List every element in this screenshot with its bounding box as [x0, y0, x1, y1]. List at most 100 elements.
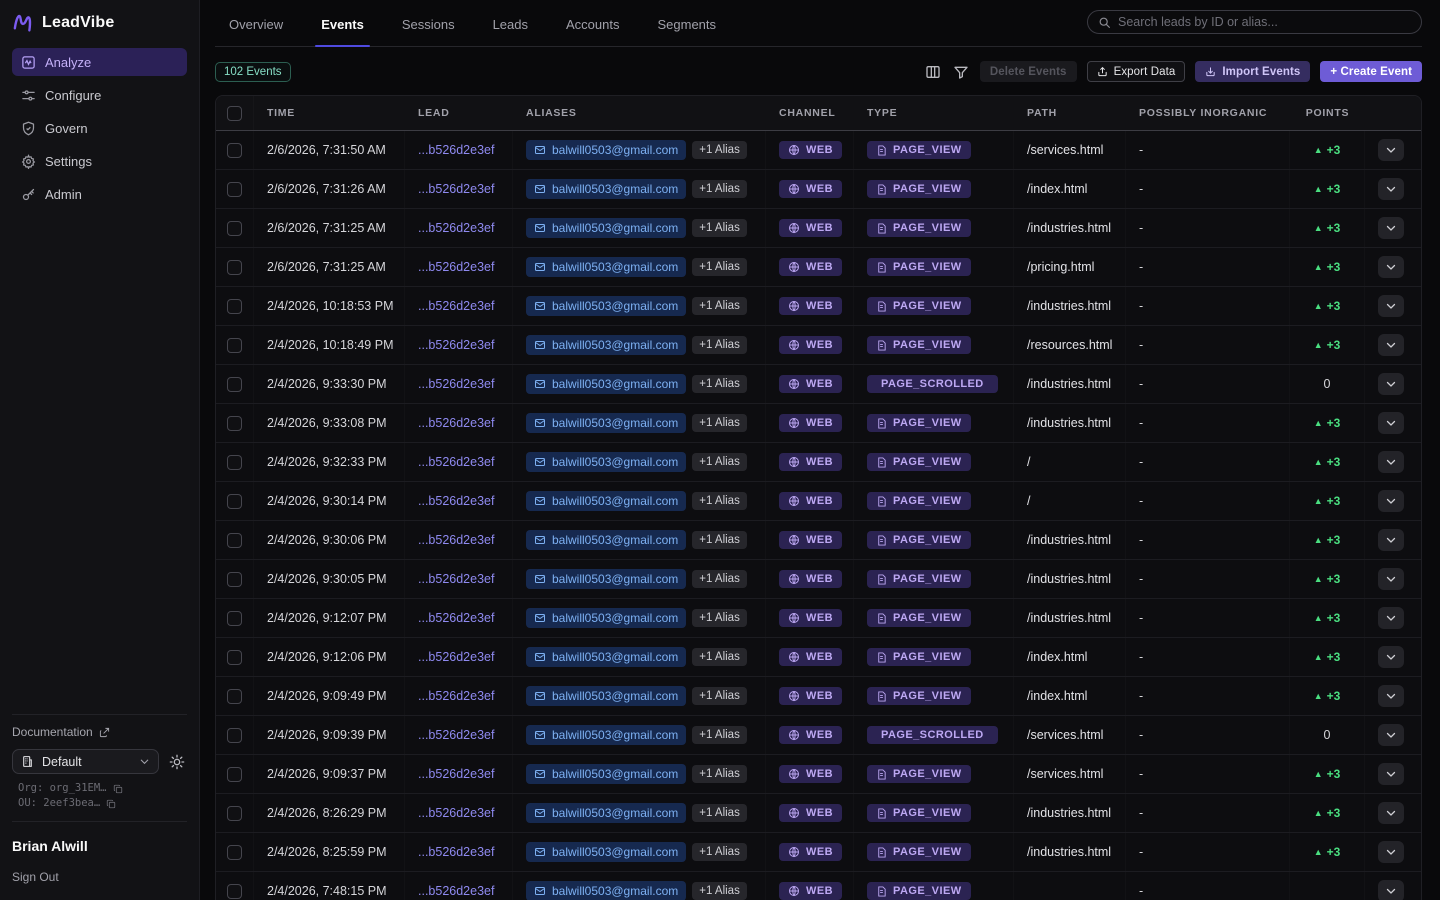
alias-email-badge[interactable]: balwill0503@gmail.com — [526, 569, 686, 589]
lead-id-link[interactable]: ...b526d2e3ef — [418, 650, 494, 664]
row-checkbox[interactable] — [227, 533, 242, 548]
sidebar-item-configure[interactable]: Configure — [12, 81, 187, 109]
row-checkbox[interactable] — [227, 572, 242, 587]
delete-events-button[interactable]: Delete Events — [980, 61, 1077, 82]
lead-id-link[interactable]: ...b526d2e3ef — [418, 455, 494, 469]
lead-id-link[interactable]: ...b526d2e3ef — [418, 416, 494, 430]
row-checkbox[interactable] — [227, 650, 242, 665]
export-data-button[interactable]: Export Data — [1087, 61, 1186, 82]
lead-id-link[interactable]: ...b526d2e3ef — [418, 533, 494, 547]
import-events-button[interactable]: Import Events — [1195, 61, 1310, 82]
row-checkbox[interactable] — [227, 299, 242, 314]
alias-email-badge[interactable]: balwill0503@gmail.com — [526, 413, 686, 433]
row-checkbox[interactable] — [227, 884, 242, 899]
alias-extra-badge[interactable]: +1 Alias — [692, 687, 747, 705]
copy-icon[interactable] — [113, 784, 123, 794]
lead-id-link[interactable]: ...b526d2e3ef — [418, 728, 494, 742]
alias-extra-badge[interactable]: +1 Alias — [692, 453, 747, 471]
alias-email-badge[interactable]: balwill0503@gmail.com — [526, 725, 686, 745]
alias-email-badge[interactable]: balwill0503@gmail.com — [526, 530, 686, 550]
lead-id-link[interactable]: ...b526d2e3ef — [418, 338, 494, 352]
columns-icon[interactable] — [924, 63, 942, 81]
lead-id-link[interactable]: ...b526d2e3ef — [418, 884, 494, 898]
lead-id-link[interactable]: ...b526d2e3ef — [418, 689, 494, 703]
alias-extra-badge[interactable]: +1 Alias — [692, 375, 747, 393]
alias-extra-badge[interactable]: +1 Alias — [692, 414, 747, 432]
sign-out-link[interactable]: Sign Out — [12, 858, 187, 890]
alias-email-badge[interactable]: balwill0503@gmail.com — [526, 686, 686, 706]
expand-row-button[interactable] — [1378, 841, 1404, 863]
lead-id-link[interactable]: ...b526d2e3ef — [418, 377, 494, 391]
lead-id-link[interactable]: ...b526d2e3ef — [418, 611, 494, 625]
expand-row-button[interactable] — [1378, 178, 1404, 200]
lead-id-link[interactable]: ...b526d2e3ef — [418, 806, 494, 820]
filter-icon[interactable] — [952, 63, 970, 81]
row-checkbox[interactable] — [227, 182, 242, 197]
copy-icon[interactable] — [106, 799, 116, 809]
alias-extra-badge[interactable]: +1 Alias — [692, 258, 747, 276]
alias-extra-badge[interactable]: +1 Alias — [692, 648, 747, 666]
row-checkbox[interactable] — [227, 767, 242, 782]
row-checkbox[interactable] — [227, 221, 242, 236]
search-bar[interactable] — [1087, 10, 1422, 34]
lead-id-link[interactable]: ...b526d2e3ef — [418, 221, 494, 235]
lead-id-link[interactable]: ...b526d2e3ef — [418, 494, 494, 508]
alias-email-badge[interactable]: balwill0503@gmail.com — [526, 296, 686, 316]
expand-row-button[interactable] — [1378, 724, 1404, 746]
alias-email-badge[interactable]: balwill0503@gmail.com — [526, 491, 686, 511]
expand-row-button[interactable] — [1378, 334, 1404, 356]
expand-row-button[interactable] — [1378, 685, 1404, 707]
sidebar-item-settings[interactable]: Settings — [12, 147, 187, 175]
tab-overview[interactable]: Overview — [215, 17, 307, 46]
alias-extra-badge[interactable]: +1 Alias — [692, 219, 747, 237]
expand-row-button[interactable] — [1378, 763, 1404, 785]
expand-row-button[interactable] — [1378, 256, 1404, 278]
alias-email-badge[interactable]: balwill0503@gmail.com — [526, 803, 686, 823]
lead-id-link[interactable]: ...b526d2e3ef — [418, 845, 494, 859]
row-checkbox[interactable] — [227, 338, 242, 353]
expand-row-button[interactable] — [1378, 451, 1404, 473]
sidebar-item-govern[interactable]: Govern — [12, 114, 187, 142]
tab-sessions[interactable]: Sessions — [388, 17, 479, 46]
alias-extra-badge[interactable]: +1 Alias — [692, 297, 747, 315]
documentation-link[interactable]: Documentation — [12, 714, 187, 749]
expand-row-button[interactable] — [1378, 295, 1404, 317]
expand-row-button[interactable] — [1378, 139, 1404, 161]
row-checkbox[interactable] — [227, 611, 242, 626]
alias-extra-badge[interactable]: +1 Alias — [692, 492, 747, 510]
alias-extra-badge[interactable]: +1 Alias — [692, 765, 747, 783]
row-checkbox[interactable] — [227, 845, 242, 860]
search-input[interactable] — [1118, 15, 1411, 29]
tab-events[interactable]: Events — [307, 17, 388, 46]
row-checkbox[interactable] — [227, 494, 242, 509]
expand-row-button[interactable] — [1378, 529, 1404, 551]
alias-extra-badge[interactable]: +1 Alias — [692, 336, 747, 354]
create-event-button[interactable]: + Create Event — [1320, 61, 1422, 82]
alias-extra-badge[interactable]: +1 Alias — [692, 141, 747, 159]
alias-email-badge[interactable]: balwill0503@gmail.com — [526, 764, 686, 784]
alias-extra-badge[interactable]: +1 Alias — [692, 843, 747, 861]
alias-extra-badge[interactable]: +1 Alias — [692, 804, 747, 822]
alias-extra-badge[interactable]: +1 Alias — [692, 882, 747, 900]
alias-extra-badge[interactable]: +1 Alias — [692, 570, 747, 588]
expand-row-button[interactable] — [1378, 412, 1404, 434]
expand-row-button[interactable] — [1378, 607, 1404, 629]
alias-extra-badge[interactable]: +1 Alias — [692, 726, 747, 744]
sidebar-item-admin[interactable]: Admin — [12, 180, 187, 208]
alias-email-badge[interactable]: balwill0503@gmail.com — [526, 335, 686, 355]
expand-row-button[interactable] — [1378, 217, 1404, 239]
alias-email-badge[interactable]: balwill0503@gmail.com — [526, 218, 686, 238]
lead-id-link[interactable]: ...b526d2e3ef — [418, 260, 494, 274]
alias-email-badge[interactable]: balwill0503@gmail.com — [526, 374, 686, 394]
alias-email-badge[interactable]: balwill0503@gmail.com — [526, 257, 686, 277]
row-checkbox[interactable] — [227, 728, 242, 743]
alias-extra-badge[interactable]: +1 Alias — [692, 180, 747, 198]
alias-email-badge[interactable]: balwill0503@gmail.com — [526, 179, 686, 199]
alias-email-badge[interactable]: balwill0503@gmail.com — [526, 881, 686, 900]
expand-row-button[interactable] — [1378, 568, 1404, 590]
row-checkbox[interactable] — [227, 143, 242, 158]
tab-accounts[interactable]: Accounts — [552, 17, 643, 46]
row-checkbox[interactable] — [227, 377, 242, 392]
tab-leads[interactable]: Leads — [479, 17, 552, 46]
alias-email-badge[interactable]: balwill0503@gmail.com — [526, 608, 686, 628]
